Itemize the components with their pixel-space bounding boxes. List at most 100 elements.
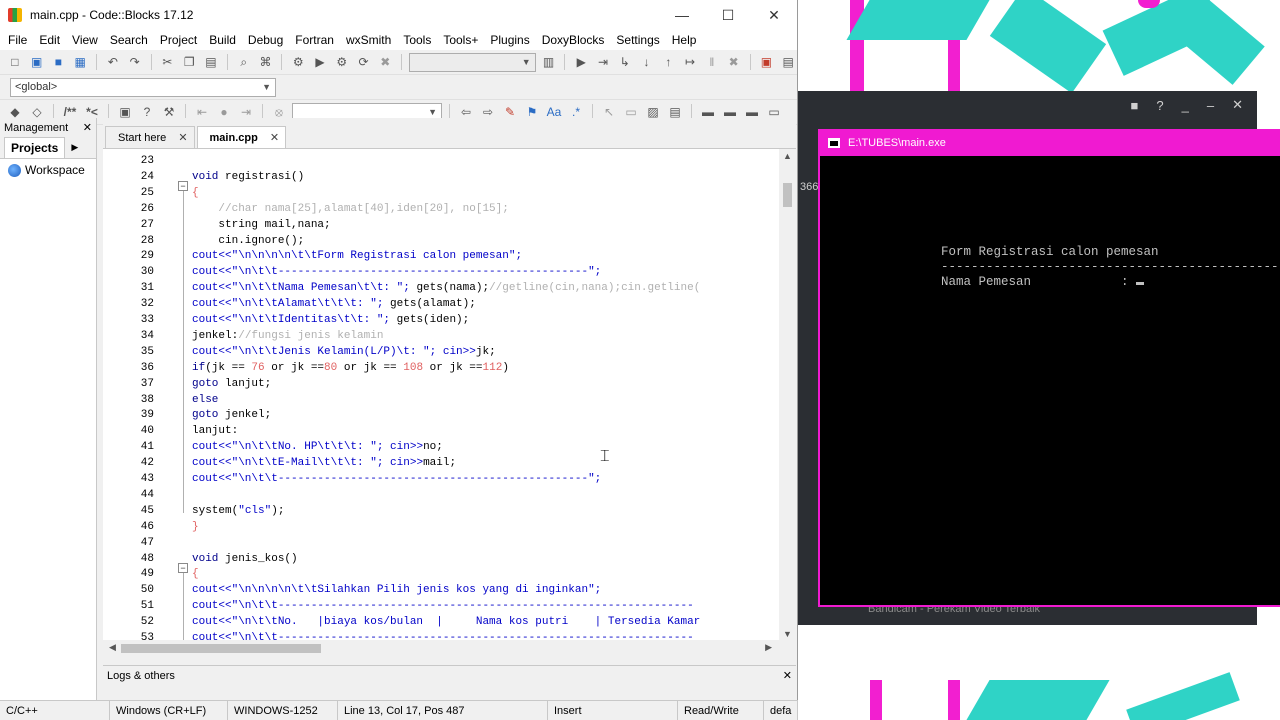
scroll-thumb[interactable] — [783, 183, 792, 207]
menu-fortran[interactable]: Fortran — [289, 33, 340, 47]
scroll-right-icon[interactable]: ▶ — [765, 642, 772, 653]
separator — [226, 54, 228, 70]
line-number: 43 — [140, 473, 154, 485]
ide-window[interactable]: main.cpp - Code::Blocks 17.12 — ☐ ✕ File… — [0, 0, 798, 720]
maximize-button[interactable]: ☐ — [705, 0, 751, 30]
close-icon[interactable]: ✕ — [1232, 97, 1243, 113]
next-line-icon[interactable]: ↳ — [616, 53, 634, 71]
code-text: goto lanjut; — [192, 377, 272, 390]
console-titlebar[interactable]: E:\TUBES\main.exe — [820, 129, 1280, 156]
menu-tools-[interactable]: Tools+ — [437, 33, 484, 47]
console-line: Nama Pemesan : — [941, 275, 1145, 289]
line-number: 32 — [140, 298, 154, 311]
code-line: 42 cout<<"\n\t\tE-Mail\t\t\t: "; cin>>mai… — [103, 455, 796, 471]
menu-settings[interactable]: Settings — [610, 33, 665, 47]
paste-icon[interactable]: ▤ — [202, 53, 220, 71]
code-editor[interactable]: − − 23 24 void registrasi() 25{26 //char na… — [103, 148, 796, 641]
menu-edit[interactable]: Edit — [33, 33, 66, 47]
find-icon[interactable]: ⌕ — [235, 53, 253, 71]
ide-titlebar[interactable]: main.cpp - Code::Blocks 17.12 — ☐ ✕ — [0, 0, 797, 30]
run-icon[interactable]: ▶ — [311, 53, 329, 71]
console-window[interactable]: E:\TUBES\main.exe Form Registrasi calon … — [818, 129, 1280, 607]
tab-start-here[interactable]: Start here ✕ — [105, 126, 195, 148]
menu-help[interactable]: Help — [666, 33, 703, 47]
next-instruction-icon[interactable]: ↦ — [681, 53, 699, 71]
step-out-icon[interactable]: ↑ — [659, 53, 677, 71]
horizontal-scrollbar[interactable]: ◀ ▶ — [103, 640, 796, 657]
code-text: cout<<"\n\t\tNama Pemesan\t\t: "; gets(n… — [192, 282, 701, 295]
close-tab-icon[interactable]: ✕ — [270, 131, 279, 144]
menu-view[interactable]: View — [66, 33, 104, 47]
close-icon[interactable]: ✕ — [783, 669, 792, 682]
folder-icon[interactable]: ■ — [1131, 98, 1139, 113]
menu-debug[interactable]: Debug — [242, 33, 289, 47]
minimize-button[interactable]: — — [659, 0, 705, 30]
stop-icon[interactable]: ✖ — [725, 53, 743, 71]
code-line: 46} — [103, 519, 796, 535]
line-number: 27 — [140, 218, 154, 231]
scroll-thumb[interactable] — [121, 644, 321, 653]
info-icon[interactable]: ▤ — [779, 53, 797, 71]
code-text: cout<<"\n\t\t---------------------------… — [192, 473, 602, 485]
console-output[interactable]: Form Registrasi calon pemesan ----------… — [820, 156, 1280, 605]
run-to-cursor-icon[interactable]: ⇥ — [594, 53, 612, 71]
open-icon[interactable]: ▣ — [28, 53, 46, 71]
save-all-icon[interactable]: ▦ — [71, 53, 89, 71]
tab-scroll-icon[interactable]: ▶ — [71, 142, 78, 153]
scroll-down-icon[interactable]: ▼ — [779, 629, 796, 639]
status-segment: Read/Write — [678, 701, 764, 720]
line-number: 37 — [140, 377, 154, 390]
build-run-icon[interactable]: ⚙ — [333, 53, 351, 71]
close-icon[interactable]: ✕ — [83, 121, 92, 134]
menu-build[interactable]: Build — [203, 33, 242, 47]
code-line: 39 goto jenkel; — [103, 407, 796, 423]
scope-value: <global> — [15, 81, 58, 93]
menu-tools[interactable]: Tools — [397, 33, 437, 47]
minimize-icon[interactable]: – — [1207, 98, 1214, 113]
target-options-icon[interactable]: ▥ — [540, 53, 558, 71]
close-button[interactable]: ✕ — [751, 0, 797, 30]
separator — [401, 54, 403, 70]
menu-doxyblocks[interactable]: DoxyBlocks — [536, 33, 611, 47]
help-icon[interactable]: ? — [1156, 98, 1163, 113]
console-colon: : — [1121, 275, 1129, 289]
copy-icon[interactable]: ❐ — [180, 53, 198, 71]
pause-icon[interactable]: ‖ — [703, 53, 721, 71]
console-title: E:\TUBES\main.exe — [848, 136, 946, 149]
tab-projects[interactable]: Projects — [4, 137, 66, 158]
cut-icon[interactable]: ✂ — [159, 53, 177, 71]
line-number: 33 — [140, 314, 154, 326]
minimize-icon[interactable]: _ — [1182, 98, 1189, 113]
tree-item-workspace[interactable]: Workspace — [0, 159, 96, 181]
menu-wxsmith[interactable]: wxSmith — [340, 33, 397, 47]
decor-shape — [989, 0, 1107, 94]
line-number: 24 — [140, 170, 154, 183]
menu-plugins[interactable]: Plugins — [484, 33, 535, 47]
undo-icon[interactable]: ↶ — [104, 53, 122, 71]
build-target-combo[interactable]: ▼ — [409, 52, 536, 72]
menu-bar: File Edit View Search Project Build Debug Fortr… — [0, 30, 797, 50]
menu-file[interactable]: File — [2, 33, 33, 47]
vertical-scrollbar[interactable]: ▲ ▼ — [779, 149, 796, 641]
line-number: 48 — [140, 552, 154, 565]
code-line: 26 //char nama[25],alamat[40],iden[20], … — [103, 201, 796, 217]
debug-run-icon[interactable]: ▶ — [572, 53, 590, 71]
code-line: 34 jenkel://fungsi jenis kelamin — [103, 328, 796, 344]
tab-main-cpp[interactable]: main.cpp ✕ — [196, 126, 287, 148]
redo-icon[interactable]: ↷ — [126, 53, 144, 71]
rebuild-icon[interactable]: ⟳ — [355, 53, 373, 71]
new-file-icon[interactable]: □ — [6, 53, 24, 71]
scope-combo[interactable]: <global> ▼ — [10, 77, 276, 97]
menu-search[interactable]: Search — [104, 33, 154, 47]
debug-windows-icon[interactable]: ▣ — [757, 53, 775, 71]
save-icon[interactable]: ■ — [50, 53, 68, 71]
step-into-icon[interactable]: ↓ — [638, 53, 656, 71]
menu-project[interactable]: Project — [154, 33, 203, 47]
scroll-up-icon[interactable]: ▲ — [779, 151, 796, 161]
build-icon[interactable]: ⚙ — [289, 53, 307, 71]
scroll-left-icon[interactable]: ◀ — [109, 642, 116, 653]
close-tab-icon[interactable]: ✕ — [178, 131, 187, 144]
console-label: Nama Pemesan — [941, 275, 1032, 289]
abort-icon[interactable]: ✖ — [376, 53, 394, 71]
replace-icon[interactable]: ⌘ — [257, 53, 275, 71]
